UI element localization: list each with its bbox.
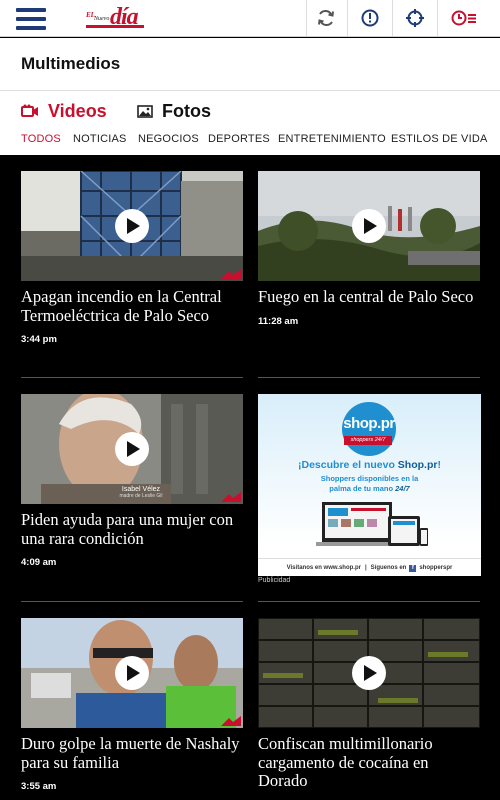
top-bar: EL Nuevo día — [0, 0, 500, 37]
ad-footer: Visítanos en www.shop.pr | Síguenos en f… — [258, 558, 481, 576]
tab-videos[interactable]: Videos — [21, 96, 107, 126]
caption-name: Isabel Vélez — [121, 486, 161, 493]
divider — [392, 0, 393, 36]
divider — [258, 601, 480, 602]
ad-footer-separator: | — [364, 565, 367, 571]
section-header: Multimedios Videos Fotos TODOS NOTICIAS … — [0, 38, 500, 155]
video-time: 4:09 am — [21, 557, 57, 568]
ad-subtext-2-emph: 24/7 — [395, 484, 410, 493]
video-title[interactable]: Confiscan multimillonario cargamento de … — [258, 734, 480, 791]
play-icon[interactable] — [115, 656, 149, 690]
caption-subtitle: madre de Leslie Gil — [119, 493, 163, 499]
category-estilos-de-vida[interactable]: ESTILOS DE VIDA — [391, 133, 488, 145]
video-title[interactable]: Apagan incendio en la Central Termoeléct… — [21, 287, 243, 325]
video-title[interactable]: Duro golpe la muerte de Nashaly para su … — [21, 734, 243, 772]
category-noticias[interactable]: NOTICIAS — [73, 133, 127, 145]
video-camera-icon — [21, 104, 38, 117]
shop-logo-badge: shoppers 24/7 — [344, 436, 392, 445]
ad-label: Publicidad — [258, 577, 291, 584]
video-thumbnail[interactable] — [258, 171, 480, 281]
ad-headline: ¡Descubre el nuevo Shop.pr! — [258, 459, 481, 471]
refresh-icon[interactable] — [309, 0, 343, 36]
divider — [258, 377, 480, 378]
facebook-icon: f — [409, 564, 417, 572]
video-title[interactable]: Piden ayuda para una mujer con una rara … — [21, 510, 243, 548]
video-thumbnail[interactable] — [21, 618, 243, 728]
image-icon — [137, 104, 153, 118]
video-caption: Isabel Vélez madre de Leslie Gil — [101, 486, 181, 499]
video-thumbnail[interactable] — [21, 171, 243, 281]
clock-list-icon[interactable] — [444, 0, 484, 36]
shop-logo-icon: shop.pr shoppers 24/7 — [342, 402, 396, 456]
play-icon[interactable] — [352, 656, 386, 690]
ad-subtext-2-text: palma de tu mano — [329, 484, 396, 493]
play-icon[interactable] — [115, 209, 149, 243]
video-time: 3:55 am — [21, 781, 57, 792]
tab-fotos[interactable]: Fotos — [137, 96, 211, 126]
divider — [437, 0, 438, 36]
ad-headline-brand: Shop.pr — [397, 459, 438, 471]
logo-nuevo: Nuevo — [94, 16, 110, 22]
ad-footer-website: Visítanos en www.shop.pr — [286, 565, 361, 571]
video-card[interactable]: Duro golpe la muerte de Nashaly para su … — [21, 618, 243, 792]
video-card[interactable]: Confiscan multimillonario cargamento de … — [258, 618, 480, 800]
info-icon[interactable] — [353, 0, 387, 36]
divider — [21, 601, 243, 602]
logo-watermark-icon — [221, 269, 241, 279]
video-time: 3:44 pm — [21, 334, 57, 345]
ad-headline-text: ¡Descubre el nuevo — [298, 459, 398, 471]
tab-fotos-label: Fotos — [162, 100, 211, 121]
ad-subtext-2: palma de tu mano 24/7 — [258, 484, 481, 493]
menu-icon[interactable] — [16, 8, 46, 30]
divider — [347, 0, 348, 36]
tab-videos-label: Videos — [48, 100, 107, 121]
logo-watermark-icon — [221, 492, 241, 502]
video-thumbnail[interactable] — [258, 618, 480, 728]
play-icon[interactable] — [115, 432, 149, 466]
shop-logo-text: shop.pr — [343, 415, 395, 432]
ad-headline-end: ! — [437, 459, 441, 471]
video-title[interactable]: Fuego en la central de Palo Seco — [258, 287, 480, 307]
ad-footer-follow: Síguenos en — [370, 565, 407, 571]
video-time: 11:28 am — [258, 315, 299, 327]
video-card[interactable]: Isabel Vélez madre de Leslie Gil Piden a… — [21, 394, 243, 568]
video-card[interactable]: Apagan incendio en la Central Termoeléct… — [21, 171, 243, 345]
devices-illustration — [316, 502, 428, 546]
category-todos[interactable]: TODOS — [21, 133, 61, 145]
logo-watermark-icon — [221, 716, 241, 726]
play-icon[interactable] — [352, 209, 386, 243]
logo-bar — [86, 25, 144, 28]
video-thumbnail[interactable]: Isabel Vélez madre de Leslie Gil — [21, 394, 243, 504]
advertisement[interactable]: shop.pr shoppers 24/7 ¡Descubre el nuevo… — [258, 394, 481, 576]
video-card[interactable]: Fuego en la central de Palo Seco 11:28 a… — [258, 171, 480, 327]
crosshair-icon[interactable] — [398, 0, 432, 36]
ad-footer-handle: shopperspr — [419, 565, 453, 571]
category-entretenimiento[interactable]: ENTRETENIMIENTO — [278, 133, 386, 145]
divider — [21, 377, 243, 378]
category-negocios[interactable]: NEGOCIOS — [138, 133, 199, 145]
ad-subtext: Shoppers disponibles en la — [320, 474, 419, 483]
page-title: Multimedios — [21, 54, 121, 73]
category-deportes[interactable]: DEPORTES — [208, 133, 270, 145]
divider — [306, 0, 307, 36]
divider — [0, 90, 500, 91]
